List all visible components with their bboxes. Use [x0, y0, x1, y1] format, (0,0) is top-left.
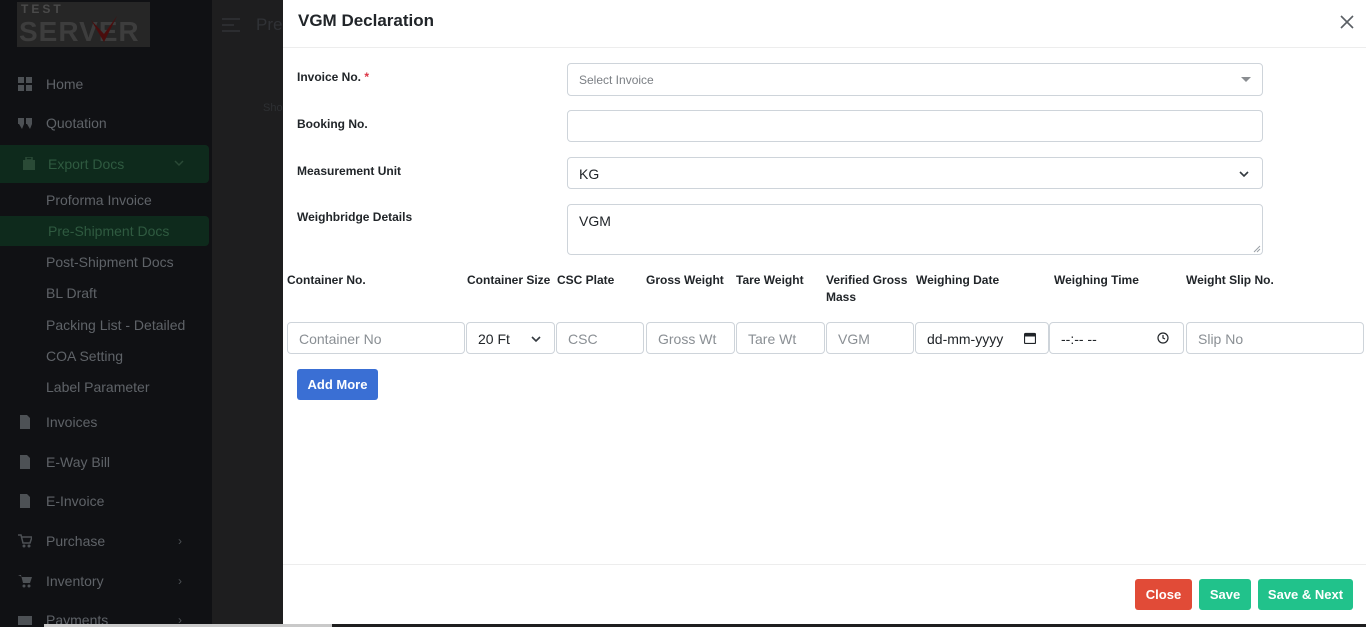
invoice-select-placeholder: Select Invoice	[579, 73, 654, 87]
sidebar-subitem-proforma-invoice[interactable]: Proforma Invoice	[0, 185, 212, 215]
chevron-right-icon: ›	[178, 574, 182, 588]
sidebar-item-label: Invoices	[46, 414, 98, 430]
file-icon	[20, 415, 30, 429]
column-header-tare-weight: Tare Weight	[736, 273, 804, 287]
sidebar-item-home[interactable]: Home	[0, 66, 212, 102]
page-title: Pre	[256, 15, 283, 34]
gross-weight-input[interactable]: Gross Wt	[646, 322, 735, 354]
sidebar-subitem-packing-list[interactable]: Packing List - Detailed	[0, 310, 212, 340]
sidebar-item-e-way-bill[interactable]: E-Way Bill	[0, 444, 212, 480]
save-button[interactable]: Save	[1199, 579, 1251, 610]
booking-no-label: Booking No.	[297, 117, 368, 131]
add-more-button[interactable]: Add More	[297, 369, 378, 400]
briefcase-icon	[23, 157, 35, 170]
required-asterisk: *	[364, 70, 370, 84]
modal-footer-divider	[283, 564, 1366, 565]
resize-grip-icon[interactable]	[1253, 245, 1261, 253]
invoice-select[interactable]: Select Invoice	[567, 63, 1263, 96]
vgm-declaration-modal: VGM Declaration Invoice No. * Select Inv…	[283, 0, 1366, 624]
vgm-input[interactable]: VGM	[826, 322, 914, 354]
weight-slip-no-input[interactable]: Slip No	[1186, 322, 1364, 354]
brand-logo: TEST SERVER	[17, 2, 150, 47]
weighing-time-input[interactable]: --:-- --	[1049, 322, 1184, 354]
sidebar-item-inventory[interactable]: Inventory ›	[0, 563, 212, 599]
weighing-date-input[interactable]: dd-mm-yyyy	[915, 322, 1049, 354]
sidebar-item-purchase[interactable]: Purchase ›	[0, 523, 212, 559]
payment-icon	[18, 616, 32, 625]
sidebar: TEST SERVER Home Quotation Export Docs P…	[0, 0, 212, 627]
modal-header-divider	[283, 47, 1366, 48]
logo-v-mark-icon	[91, 16, 117, 42]
column-header-gross-weight: Gross Weight	[646, 273, 724, 287]
sidebar-item-label: Inventory	[46, 573, 104, 589]
weighbridge-details-textarea[interactable]: VGM	[567, 204, 1263, 255]
column-header-weighing-date: Weighing Date	[916, 273, 1000, 287]
sidebar-item-label: E-Invoice	[46, 493, 105, 509]
column-header-container-size: Container Size	[467, 273, 551, 287]
invoice-no-label: Invoice No. *	[297, 70, 370, 84]
quote-icon	[18, 118, 32, 129]
chevron-right-icon: ›	[178, 534, 182, 548]
weighbridge-details-label: Weighbridge Details	[297, 210, 413, 224]
calendar-icon[interactable]	[1024, 332, 1036, 344]
container-size-select[interactable]: 20 Ft	[466, 322, 555, 354]
chevron-down-icon	[531, 336, 541, 343]
column-header-weighing-time: Weighing Time	[1054, 273, 1139, 287]
sidebar-subitem-post-shipment-docs[interactable]: Post-Shipment Docs	[0, 247, 212, 277]
cart-plus-icon	[18, 534, 32, 548]
close-button[interactable]: Close	[1135, 579, 1192, 610]
tare-weight-input[interactable]: Tare Wt	[736, 322, 825, 354]
measurement-unit-label: Measurement Unit	[297, 164, 402, 178]
sidebar-item-invoices[interactable]: Invoices	[0, 404, 212, 440]
weighbridge-details-value: VGM	[579, 213, 611, 229]
sidebar-subitem-pre-shipment-docs[interactable]: Pre-Shipment Docs	[0, 216, 209, 246]
background-text: Sho	[263, 102, 283, 114]
hamburger-menu-icon[interactable]	[222, 18, 240, 36]
cart-icon	[18, 575, 32, 588]
booking-no-input[interactable]	[567, 110, 1263, 142]
column-header-weight-slip-no: Weight Slip No.	[1186, 273, 1274, 287]
chevron-down-icon	[1239, 171, 1249, 178]
column-header-verified-gross-mass: Verified Gross Mass	[826, 273, 908, 304]
dashboard-icon	[18, 77, 32, 91]
sidebar-item-e-invoice[interactable]: E-Invoice	[0, 483, 212, 519]
chevron-down-icon	[174, 160, 184, 167]
close-icon[interactable]	[1339, 14, 1355, 30]
sidebar-item-label: Export Docs	[48, 156, 125, 172]
save-and-next-button[interactable]: Save & Next	[1258, 579, 1353, 610]
modal-title: VGM Declaration	[298, 11, 435, 30]
sidebar-item-label: Quotation	[46, 115, 107, 131]
caret-down-icon	[1241, 77, 1251, 82]
column-header-container-no: Container No.	[287, 273, 366, 287]
measurement-unit-value: KG	[579, 166, 600, 182]
file-icon	[20, 494, 30, 508]
file-icon	[20, 455, 30, 469]
sidebar-subitem-label-parameter[interactable]: Label Parameter	[0, 372, 212, 402]
column-header-csc-plate: CSC Plate	[557, 273, 615, 287]
sidebar-item-label: Purchase	[46, 533, 106, 549]
sidebar-item-export-docs[interactable]: Export Docs	[0, 145, 209, 183]
sidebar-subitem-coa-setting[interactable]: COA Setting	[0, 341, 212, 371]
sidebar-item-label: Home	[46, 76, 84, 92]
measurement-unit-select[interactable]: KG	[567, 157, 1263, 189]
sidebar-item-quotation[interactable]: Quotation	[0, 105, 212, 141]
sidebar-item-label: E-Way Bill	[46, 454, 111, 470]
container-no-input[interactable]: Container No	[287, 322, 465, 354]
sidebar-subitem-bl-draft[interactable]: BL Draft	[0, 278, 212, 308]
csc-plate-input[interactable]: CSC	[556, 322, 644, 354]
clock-icon[interactable]	[1157, 332, 1169, 344]
